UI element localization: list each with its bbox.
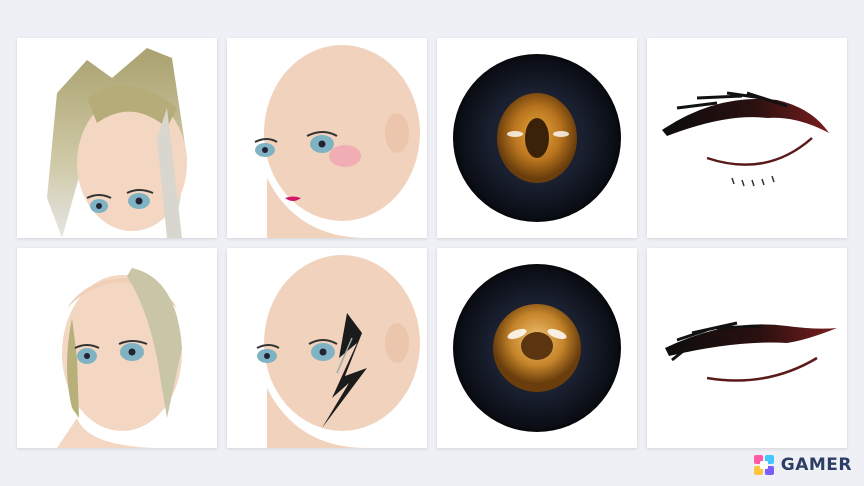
tile-face-makeup-blush-lipstick[interactable] <box>227 38 427 238</box>
eyelash-style-2-illustration <box>665 321 837 382</box>
gamer-logo-icon <box>753 455 774 475</box>
eyelash-style-1-illustration <box>662 91 829 187</box>
head-cracked-face-illustration <box>256 255 420 448</box>
tile-eye-amber-iris-oval-pupil[interactable] <box>437 38 637 238</box>
eyeball-oval-pupil-illustration <box>453 54 621 222</box>
head-makeup-illustration <box>254 45 420 238</box>
gamer-watermark-text: GAMER <box>780 455 852 475</box>
head-twin-tails-illustration <box>47 48 187 238</box>
eyeball-round-pupil-illustration <box>453 264 621 432</box>
gamer-watermark: GAMER <box>753 454 852 476</box>
head-side-swept-illustration <box>57 268 182 448</box>
tile-eyelash-dark-red-style-2[interactable] <box>647 248 847 448</box>
tile-hairstyle-side-swept[interactable] <box>17 248 217 448</box>
tile-eye-amber-iris-round-pupil[interactable] <box>437 248 637 448</box>
tile-hairstyle-twin-tails[interactable] <box>17 38 217 238</box>
tile-face-cracked-mechanical-pattern[interactable] <box>227 248 427 448</box>
tile-eyelash-dark-red-style-1[interactable] <box>647 38 847 238</box>
